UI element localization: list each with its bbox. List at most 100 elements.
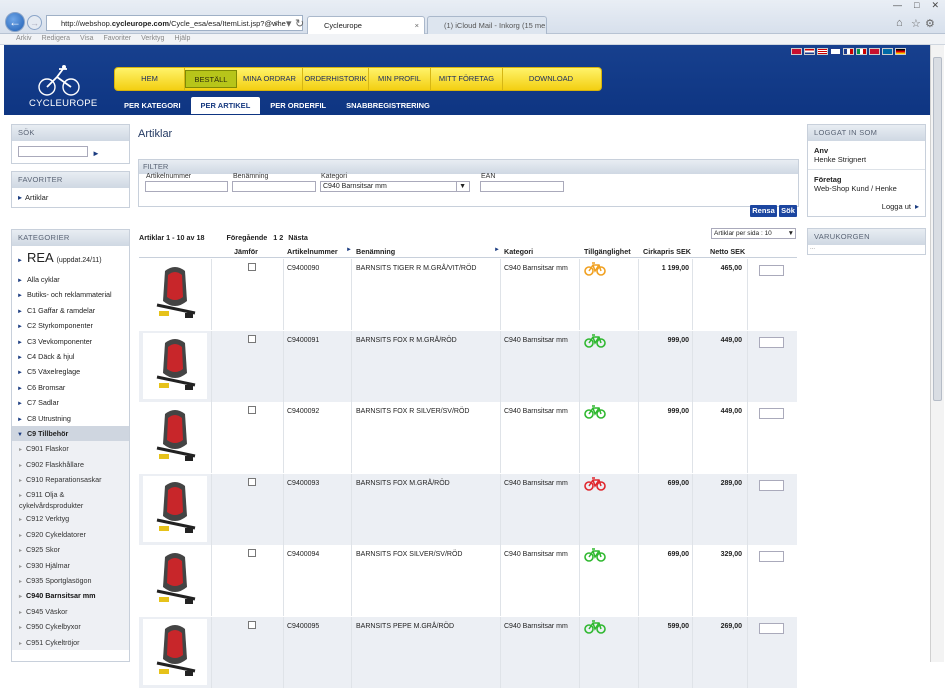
compare-checkbox[interactable] <box>248 263 256 271</box>
scrollbar-thumb[interactable] <box>933 57 942 401</box>
prev-link[interactable]: Föregående <box>227 233 268 242</box>
col-benamning[interactable]: Benämning <box>356 247 395 256</box>
subnav-per-artikel[interactable]: PER ARTIKEL <box>190 97 261 114</box>
menu-visa[interactable]: Visa <box>80 35 94 42</box>
menu-arkiv[interactable]: Arkiv <box>16 35 32 42</box>
search-icon[interactable]: ⌕ <box>274 17 280 30</box>
flag-fi-icon[interactable] <box>830 48 841 55</box>
flag-dk-icon[interactable] <box>791 48 802 55</box>
subcategory-item[interactable]: ▸ C940 Barnsitsar mm <box>12 588 129 604</box>
tab-cycleurope[interactable]: Cycleurope × <box>307 16 425 34</box>
compare-checkbox[interactable] <box>248 549 256 557</box>
quantity-input[interactable] <box>759 265 784 276</box>
menu-redigera[interactable]: Redigera <box>42 35 70 42</box>
compare-checkbox[interactable] <box>248 334 256 343</box>
category-item[interactable]: ► C1 Gaffar & ramdelar <box>12 303 129 318</box>
compare-checkbox[interactable] <box>248 477 256 486</box>
article-number[interactable]: C9400095 <box>287 623 319 630</box>
subcategory-item[interactable]: ▸ C935 Sportglasögon <box>12 573 129 589</box>
quantity-input[interactable] <box>759 479 784 491</box>
product-name[interactable]: BARNSITS FOX SILVER/SV/RÖD <box>356 551 462 558</box>
category-rea[interactable]: ► REA (uppdat.24/11) <box>12 246 129 272</box>
article-number[interactable]: C9400094 <box>287 551 319 558</box>
subcategory-item[interactable]: ▸ C950 Cykelbyxor <box>12 619 129 635</box>
benamning-filter-input[interactable] <box>232 181 316 192</box>
page-scrollbar[interactable] <box>930 45 944 662</box>
col-artikelnummer[interactable]: Artikelnummer <box>287 247 338 256</box>
nav-min-profil[interactable]: MIN PROFIL <box>369 68 431 90</box>
category-item[interactable]: ► C2 Styrkomponenter <box>12 318 129 333</box>
subcategory-item[interactable]: ▸ C910 Reparationsaskar <box>12 472 129 488</box>
sort-arrow-icon[interactable]: ► <box>346 247 352 253</box>
subcategory-item[interactable]: ▸ C951 Cykeltröjor <box>12 634 129 650</box>
product-image[interactable] <box>143 404 207 470</box>
favorites-star-icon[interactable]: ☆ <box>911 17 921 30</box>
product-image[interactable] <box>143 475 207 542</box>
product-name[interactable]: BARNSITS TIGER R M.GRÅ/VIT/RÖD <box>356 265 476 272</box>
category-item[interactable]: ► C7 Sadlar <box>12 395 129 410</box>
product-image[interactable] <box>143 332 207 399</box>
close-icon[interactable]: ✕ <box>931 0 939 11</box>
settings-gear-icon[interactable]: ⚙ <box>925 17 935 30</box>
nav-mitt-foretag[interactable]: MITT FÖRETAG <box>431 68 503 90</box>
sok-button[interactable]: Sök <box>779 205 797 217</box>
quantity-input[interactable] <box>759 336 784 348</box>
category-item[interactable]: ► C3 Vevkomponenter <box>12 334 129 349</box>
article-number[interactable]: C9400091 <box>287 337 319 344</box>
refresh-icon[interactable]: ↻ <box>295 17 304 30</box>
category-item[interactable]: ► C5 Växelreglage <box>12 364 129 379</box>
cycleurope-logo[interactable]: CYCLEUROPE <box>29 65 97 109</box>
minimize-icon[interactable]: — <box>893 0 902 11</box>
nav-orderhistorik[interactable]: ORDERHISTORIK <box>303 68 369 90</box>
flag-it-icon[interactable] <box>856 48 867 55</box>
product-image[interactable] <box>143 547 207 613</box>
article-number[interactable]: C9400093 <box>287 480 319 487</box>
flag-us-icon[interactable] <box>817 48 828 55</box>
flag-de-icon[interactable] <box>895 48 906 55</box>
subcategory-item[interactable]: ▸ C901 Flaskor <box>12 441 129 457</box>
subcategory-item[interactable]: ▸ C925 Skor <box>12 542 129 558</box>
category-item[interactable]: ► C4 Däck & hjul <box>12 349 129 364</box>
artnr-filter-input[interactable] <box>145 181 228 192</box>
menu-hjalp[interactable]: Hjälp <box>174 35 190 42</box>
subnav-per-kategori[interactable]: PER KATEGORI <box>114 97 191 114</box>
kategori-filter-select[interactable]: C940 Barnsitsar mm ▼ <box>320 181 470 192</box>
favorite-item-artiklar[interactable]: Artiklar <box>25 193 48 202</box>
sort-arrow-icon[interactable]: ► <box>494 247 500 253</box>
flag-nl-icon[interactable] <box>804 48 815 55</box>
nav-download[interactable]: DOWNLOAD <box>503 68 599 90</box>
article-number[interactable]: C9400090 <box>287 265 319 272</box>
product-name[interactable]: BARNSITS FOX M.GRÅ/RÖD <box>356 480 450 487</box>
logout-link[interactable]: Logga ut <box>882 202 911 211</box>
flag-no-icon[interactable] <box>869 48 880 55</box>
home-icon[interactable]: ⌂ <box>896 17 903 29</box>
menu-verktyg[interactable]: Verktyg <box>141 35 164 42</box>
quantity-input[interactable] <box>759 408 784 419</box>
product-name[interactable]: BARNSITS FOX R SILVER/SV/RÖD <box>356 408 469 415</box>
page-links[interactable]: 1 2 <box>273 233 283 242</box>
subcategory-item[interactable]: ▸ C911 Olja & cykelvårdsprodukter <box>12 487 129 512</box>
nav-hem[interactable]: HEM <box>115 68 185 90</box>
maximize-icon[interactable]: □ <box>914 0 919 11</box>
nav-mina-ordrar[interactable]: MINA ORDRAR <box>237 68 303 90</box>
subnav-per-orderfil[interactable]: PER ORDERFIL <box>260 97 336 114</box>
col-kategori[interactable]: Kategori <box>504 247 533 256</box>
quantity-input[interactable] <box>759 622 784 634</box>
category-c9-tillbehor[interactable]: ▼ C9 Tillbehör <box>12 425 129 442</box>
subnav-snabbregistrering[interactable]: SNABBREGISTRERING <box>336 97 440 114</box>
subcategory-item[interactable]: ▸ C912 Verktyg <box>12 511 129 527</box>
product-name[interactable]: BARNSITS FOX R M.GRÅ/RÖD <box>356 337 457 344</box>
quantity-input[interactable] <box>759 551 784 562</box>
product-image[interactable] <box>143 261 207 327</box>
ean-filter-input[interactable] <box>480 181 564 192</box>
product-image[interactable] <box>143 618 207 685</box>
rensa-button[interactable]: Rensa <box>750 205 777 217</box>
back-button[interactable]: ← <box>5 12 25 32</box>
nav-bestall[interactable]: BESTÄLL <box>185 70 237 88</box>
dropdown-icon[interactable]: ▾ <box>286 17 292 30</box>
flag-se-icon[interactable] <box>882 48 893 55</box>
tab-icloud-mail[interactable]: (1) iCloud Mail - Inkorg (15 me... <box>427 16 547 34</box>
compare-checkbox[interactable] <box>248 620 256 629</box>
category-item[interactable]: ► Alla cyklar <box>12 272 129 287</box>
search-go-icon[interactable]: ► <box>92 149 100 158</box>
